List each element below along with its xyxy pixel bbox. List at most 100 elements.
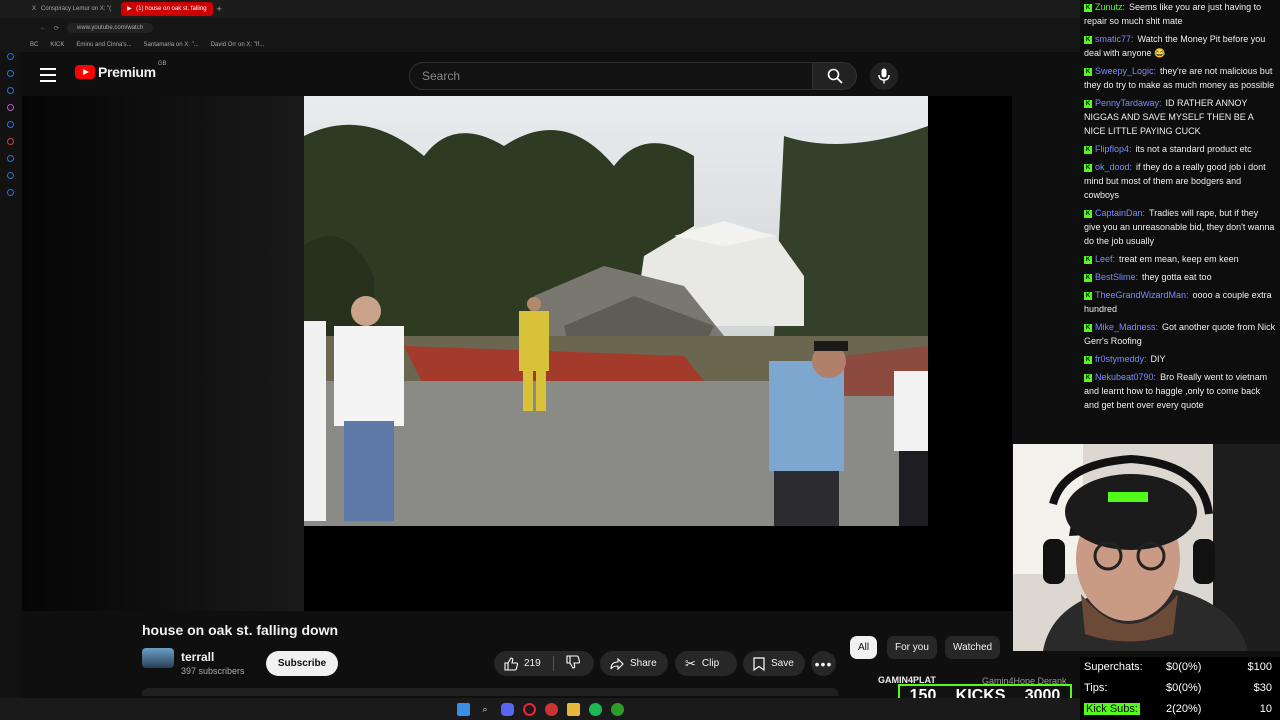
chat-panel: K Zunutz: Seems like you are just having t… bbox=[1080, 0, 1280, 440]
sidebar-icon[interactable] bbox=[6, 104, 14, 111]
sidebar-icon[interactable] bbox=[6, 121, 14, 128]
channel-name[interactable]: terrall bbox=[181, 650, 214, 664]
scissors-icon: ✂ bbox=[685, 655, 696, 671]
chat-username[interactable]: Sweepy_Logic: bbox=[1095, 66, 1156, 76]
dislike-button[interactable] bbox=[566, 655, 580, 672]
chat-username[interactable]: CaptainDan: bbox=[1095, 208, 1145, 218]
stat-kick-subs: Kick Subs: 2(20%) 10 bbox=[1084, 699, 1276, 719]
kick-badge-icon: K bbox=[1084, 209, 1092, 218]
sidebar-icon[interactable] bbox=[6, 138, 14, 145]
video-frame[interactable] bbox=[304, 96, 928, 526]
search-icon[interactable]: ⌕ bbox=[479, 703, 492, 716]
sidebar-icon[interactable] bbox=[6, 53, 14, 60]
stat-label: Kick Subs: bbox=[1084, 703, 1140, 715]
chat-message: K Flipflop4: its not a standard product et… bbox=[1084, 142, 1276, 156]
voice-search-button[interactable] bbox=[870, 62, 898, 90]
chat-username[interactable]: Mike_Madness: bbox=[1095, 322, 1158, 332]
chat-text: DIY bbox=[1150, 354, 1166, 364]
stat-label: Superchats: bbox=[1084, 661, 1143, 673]
back-icon[interactable]: ← bbox=[40, 25, 46, 31]
stat-superchats: Superchats: $0(0%) $100 bbox=[1084, 657, 1276, 677]
stat-goal: $100 bbox=[1247, 661, 1272, 673]
save-button[interactable]: Save bbox=[743, 651, 805, 676]
bookmark-item[interactable]: KICK bbox=[50, 42, 64, 48]
donation-stats: Superchats: $0(0%) $100 Tips: $0(0%) $30… bbox=[1080, 657, 1280, 720]
spotify-icon[interactable] bbox=[588, 702, 602, 716]
screen: X Conspiracy Lemur on X: "( ▶ (1) house … bbox=[0, 0, 1280, 720]
opera-icon[interactable] bbox=[522, 702, 536, 716]
x-icon: X bbox=[32, 6, 37, 12]
video-player[interactable] bbox=[22, 96, 1012, 611]
hamburger-menu-icon[interactable] bbox=[40, 68, 56, 82]
address-bar: ← ⟳ www.youtube.com/watch bbox=[0, 18, 1080, 38]
sidebar-icon[interactable] bbox=[6, 155, 14, 162]
like-dislike-group: 219 bbox=[494, 651, 594, 676]
chat-username[interactable]: Nekubeat0790: bbox=[1095, 372, 1156, 382]
bookmarks-bar: BC KICK Eminu and Cinna's... Santamaria … bbox=[0, 38, 1080, 52]
tab-youtube-video[interactable]: ▶ (1) house on oak st. falling bbox=[121, 2, 213, 16]
chat-message: K Leef: treat em mean, keep em keen bbox=[1084, 252, 1276, 266]
chat-username[interactable]: fr0stymeddy: bbox=[1095, 354, 1147, 364]
bookmark-item[interactable]: BC bbox=[30, 42, 38, 48]
stat-label: Tips: bbox=[1084, 682, 1108, 694]
kick-badge-icon: K bbox=[1084, 255, 1092, 264]
chip-all[interactable]: All bbox=[850, 636, 878, 659]
video-title: house on oak st. falling down bbox=[142, 622, 339, 638]
tab-conspiracy-lemur[interactable]: X Conspiracy Lemur on X: "( bbox=[26, 2, 117, 16]
sidebar-icon[interactable] bbox=[6, 172, 14, 179]
bookmark-item[interactable]: Eminu and Cinna's... bbox=[76, 42, 131, 48]
search-input[interactable]: Search bbox=[409, 62, 813, 90]
bookmark-item[interactable]: Santamaria on X: "... bbox=[144, 42, 199, 48]
clip-button[interactable]: ✂ Clip bbox=[675, 651, 737, 676]
xbox-icon[interactable] bbox=[610, 702, 624, 716]
share-button[interactable]: Share bbox=[600, 651, 668, 676]
tab-label: (1) house on oak st. falling bbox=[136, 6, 207, 12]
thumbs-down-icon bbox=[566, 655, 580, 669]
chat-message: Kok_dood: if they do a really good job i … bbox=[1084, 160, 1276, 202]
url-field[interactable]: www.youtube.com/watch bbox=[67, 23, 154, 33]
video-scene bbox=[304, 96, 928, 526]
sidebar-icon[interactable] bbox=[6, 70, 14, 77]
chat-username[interactable]: PennyTardaway: bbox=[1095, 98, 1162, 108]
youtube-play-icon bbox=[75, 65, 95, 79]
kick-badge-icon: K bbox=[1084, 145, 1092, 154]
clip-label: Clip bbox=[701, 658, 720, 669]
youtube-logo[interactable]: Premium GB bbox=[75, 61, 167, 80]
description-box[interactable] bbox=[142, 688, 838, 696]
chip-for-you[interactable]: For you bbox=[887, 636, 937, 659]
tab-label: Conspiracy Lemur on X: "( bbox=[41, 6, 112, 12]
chat-message: K CaptainDan: Tradies will rape, but if th… bbox=[1084, 206, 1276, 248]
webcam-feed bbox=[1013, 444, 1280, 651]
chat-message: K Zunutz: Seems like you are just having t… bbox=[1084, 0, 1276, 28]
channel-avatar[interactable] bbox=[142, 648, 174, 668]
chat-username[interactable]: Flipflop4: bbox=[1095, 144, 1132, 154]
subscribe-button[interactable]: Subscribe bbox=[266, 651, 338, 676]
windows-start-icon[interactable] bbox=[456, 702, 470, 716]
more-actions-button[interactable]: ••• bbox=[811, 651, 836, 676]
discord-icon[interactable] bbox=[500, 702, 514, 716]
new-tab-button[interactable]: + bbox=[217, 4, 222, 14]
chat-username[interactable]: TheeGrandWizardMan: bbox=[1095, 290, 1189, 300]
chat-username[interactable]: smatic77: bbox=[1095, 34, 1134, 44]
bookmark-item[interactable]: David Orr on X: "If... bbox=[211, 42, 264, 48]
reload-icon[interactable]: ⟳ bbox=[54, 25, 59, 32]
share-label: Share bbox=[630, 658, 657, 669]
sidebar-icon[interactable] bbox=[6, 87, 14, 94]
chat-username[interactable]: Leef: bbox=[1095, 254, 1115, 264]
chat-message: K PennyTardaway: ID RATHER ANNOY NIGGAS AN… bbox=[1084, 96, 1276, 138]
like-count: 219 bbox=[524, 658, 541, 669]
chat-text: treat em mean, keep em keen bbox=[1119, 254, 1239, 264]
chip-watched[interactable]: Watched bbox=[945, 636, 1001, 659]
like-button[interactable]: 219 bbox=[504, 656, 541, 671]
folder-icon[interactable] bbox=[566, 702, 580, 716]
stat-value: $0(0%) bbox=[1166, 661, 1202, 673]
browser-icon[interactable] bbox=[544, 702, 558, 716]
chat-username[interactable]: BestSlime: bbox=[1095, 272, 1138, 282]
chat-username[interactable]: ok_dood: bbox=[1095, 162, 1132, 172]
search-button[interactable] bbox=[813, 62, 857, 90]
region-label: GB bbox=[157, 61, 167, 67]
chat-text: they gotta eat too bbox=[1142, 272, 1212, 282]
chat-username[interactable]: Zunutz: bbox=[1095, 2, 1125, 12]
search-icon bbox=[827, 68, 843, 84]
sidebar-icon[interactable] bbox=[6, 189, 14, 196]
